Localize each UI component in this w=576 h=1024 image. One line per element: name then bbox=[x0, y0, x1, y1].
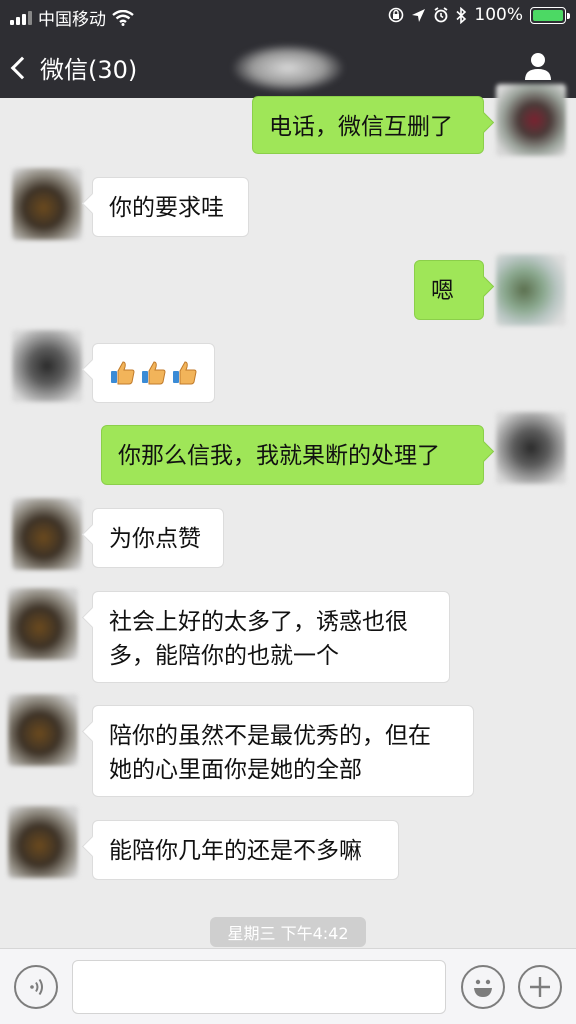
avatar[interactable] bbox=[496, 412, 566, 484]
message-bubble-other[interactable]: 陪你的虽然不是最优秀的，但在 她的心里面你是她的全部 bbox=[92, 705, 474, 797]
status-bar: 中国移动 100% bbox=[0, 0, 576, 32]
plus-button[interactable] bbox=[518, 965, 562, 1009]
timestamp: 星期三 下午4:42 bbox=[210, 917, 366, 947]
message-bubble-self[interactable]: 你那么信我，我就果断的处理了 bbox=[101, 425, 484, 485]
input-bar bbox=[0, 948, 576, 1024]
message-text: 能陪你几年的还是不多嘛 bbox=[109, 838, 362, 864]
location-icon bbox=[412, 8, 426, 22]
avatar[interactable] bbox=[496, 254, 566, 326]
voice-icon bbox=[30, 978, 43, 996]
avatar[interactable] bbox=[8, 806, 78, 878]
message-text-line: 她的心里面你是她的全部 bbox=[109, 757, 362, 783]
message-bubble-self[interactable]: 电话，微信互删了 bbox=[252, 96, 484, 154]
battery-percent: 100% bbox=[474, 5, 523, 25]
message-text: 你的要求哇 bbox=[109, 195, 224, 221]
thumbs-up-emoji-group bbox=[109, 359, 198, 386]
top-bar: 中国移动 100% 微信(30) bbox=[0, 0, 576, 98]
message-bubble-other[interactable]: 能陪你几年的还是不多嘛 bbox=[92, 820, 399, 880]
message-bubble-other[interactable]: 你的要求哇 bbox=[92, 177, 249, 237]
message-text: 为你点赞 bbox=[109, 526, 201, 552]
battery-icon bbox=[530, 6, 570, 24]
nav-bar: 微信(30) bbox=[0, 38, 576, 94]
emoji-icon bbox=[474, 979, 492, 997]
avatar[interactable] bbox=[8, 694, 78, 766]
message-text: 电话，微信互删了 bbox=[269, 114, 453, 140]
profile-icon[interactable] bbox=[522, 50, 554, 82]
message-bubble-other[interactable]: 社会上好的太多了，诱惑也很 多，能陪你的也就一个 bbox=[92, 591, 450, 683]
message-bubble-self[interactable]: 嗯 bbox=[414, 260, 484, 320]
avatar[interactable] bbox=[8, 588, 78, 660]
message-text: 嗯 bbox=[431, 278, 454, 304]
rotation-lock-icon bbox=[389, 7, 404, 23]
chat-title-obscured bbox=[232, 44, 344, 92]
thumbs-up-icon bbox=[142, 361, 166, 385]
avatar[interactable] bbox=[12, 168, 82, 240]
back-button[interactable]: 微信(30) bbox=[10, 50, 138, 85]
avatar[interactable] bbox=[496, 84, 566, 156]
thumbs-up-icon bbox=[111, 361, 135, 385]
voice-button[interactable] bbox=[14, 965, 58, 1009]
signal-icon bbox=[10, 10, 32, 25]
emoji-button[interactable] bbox=[461, 965, 505, 1009]
bluetooth-icon bbox=[456, 6, 467, 24]
back-label: 微信(30) bbox=[40, 56, 138, 84]
message-input[interactable] bbox=[72, 960, 446, 1014]
message-text-line: 陪你的虽然不是最优秀的，但在 bbox=[109, 723, 431, 749]
message-text-line: 社会上好的太多了，诱惑也很 bbox=[109, 609, 408, 635]
avatar[interactable] bbox=[12, 330, 82, 402]
wifi-icon bbox=[112, 9, 134, 26]
message-bubble-other[interactable]: 为你点赞 bbox=[92, 508, 224, 568]
message-text-line: 多，能陪你的也就一个 bbox=[109, 643, 339, 669]
plus-icon bbox=[530, 977, 550, 997]
message-bubble-other[interactable] bbox=[92, 343, 215, 403]
avatar[interactable] bbox=[12, 498, 82, 570]
chevron-left-icon bbox=[10, 56, 34, 79]
carrier-label: 中国移动 bbox=[38, 10, 106, 30]
thumbs-up-icon bbox=[173, 361, 197, 385]
message-text: 你那么信我，我就果断的处理了 bbox=[118, 443, 440, 469]
alarm-icon bbox=[434, 7, 448, 23]
